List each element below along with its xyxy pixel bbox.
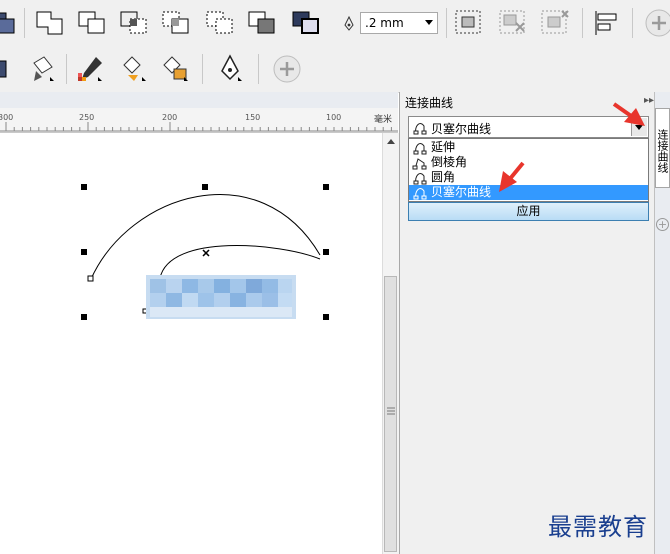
add-icon[interactable] — [270, 53, 304, 85]
side-tab-label: 连接曲线 — [656, 129, 669, 173]
option-label: 倒棱角 — [431, 155, 468, 169]
mosaic-redaction — [146, 275, 296, 319]
create-boundary-icon[interactable] — [290, 7, 324, 39]
ruler-tick-label: 200 — [162, 113, 178, 122]
ruler-tick-label: 250 — [79, 113, 95, 122]
eyedropper-icon[interactable] — [74, 53, 108, 85]
ruler-tick-label: 100 — [326, 113, 342, 122]
option-bezier[interactable]: 贝塞尔曲线 — [409, 185, 648, 200]
tab-join-curves[interactable]: 连接曲线 — [655, 108, 670, 188]
property-bar: .2 mm — [0, 0, 670, 46]
simplify-icon[interactable] — [160, 7, 194, 39]
curve-node-icon — [413, 173, 427, 185]
extract-subpath-icon[interactable] — [452, 7, 486, 39]
option-label: 延伸 — [431, 140, 456, 154]
object-icon[interactable] — [0, 53, 16, 85]
outline-pen-tool-icon[interactable] — [214, 53, 248, 85]
apply-button[interactable]: 应用 — [408, 202, 649, 221]
canvas-header-strip — [0, 92, 398, 108]
chevron-down-icon — [425, 20, 433, 25]
break-apart-icon[interactable] — [496, 7, 530, 39]
weld-icon[interactable] — [34, 7, 68, 39]
ruler-unit-label: 毫米 — [374, 115, 393, 125]
docker-tab-strip: 连接曲线 + — [654, 92, 670, 554]
docker-expand-icon[interactable]: ▸▸ — [644, 95, 654, 106]
combine-icon[interactable] — [538, 7, 572, 39]
ruler-tick-label: 300 — [0, 113, 14, 122]
toolbar-secondary — [0, 46, 670, 93]
add-icon[interactable]: + — [656, 218, 669, 231]
horizontal-ruler: 300 250 200 150 100 毫米 — [0, 108, 398, 133]
curve-node-icon — [413, 123, 427, 135]
back-minus-front-icon[interactable] — [246, 7, 280, 39]
interactive-fill-icon[interactable] — [160, 53, 194, 85]
option-fillet[interactable]: 圆角 — [409, 170, 648, 185]
shaping-tool-icon[interactable] — [0, 7, 20, 39]
add-icon[interactable] — [642, 7, 670, 39]
vertical-scrollbar[interactable] — [382, 133, 399, 554]
curve-node-icon — [412, 158, 427, 170]
curve-inner — [159, 244, 321, 279]
scroll-thumb[interactable] — [384, 276, 397, 552]
curve-node-icon — [413, 188, 427, 200]
outline-width-value: .2 mm — [365, 16, 404, 30]
option-extend[interactable]: 延伸 — [409, 140, 648, 155]
outline-width-select[interactable]: .2 mm — [360, 12, 438, 34]
outline-pen-icon — [342, 15, 356, 35]
curve-outer — [90, 194, 321, 280]
dropdown-arrow-button[interactable] — [631, 118, 647, 136]
option-label: 贝塞尔曲线 — [431, 185, 492, 199]
watermark-logo: 最需教育 — [548, 513, 648, 541]
drawing-canvas[interactable] — [0, 133, 382, 554]
front-minus-back-icon[interactable] — [204, 7, 238, 39]
curve-end-node — [87, 275, 94, 282]
join-method-value: 贝塞尔曲线 — [431, 122, 492, 136]
option-chamfer[interactable]: 倒棱角 — [409, 155, 648, 170]
align-distribute-icon[interactable] — [590, 7, 624, 39]
intersect-icon[interactable] — [118, 7, 152, 39]
trim-icon[interactable] — [76, 7, 110, 39]
grip-icon — [387, 407, 395, 415]
option-label: 圆角 — [431, 170, 456, 184]
docker-title: 连接曲线 — [405, 96, 454, 110]
curve-node-icon — [413, 143, 427, 155]
center-marker — [202, 249, 210, 257]
join-method-select[interactable]: 贝塞尔曲线 — [408, 116, 649, 138]
ruler-tick-label: 150 — [245, 113, 261, 122]
join-method-dropdown: 延伸 倒棱角 圆角 贝塞尔曲线 — [408, 138, 649, 202]
fill-icon[interactable] — [26, 53, 60, 85]
scroll-up-icon[interactable] — [387, 139, 395, 144]
paint-bucket-icon[interactable] — [118, 53, 152, 85]
join-curves-docker: 连接曲线 ▸▸ ✕ 贝塞尔曲线 延伸 倒棱角 圆角 贝塞尔曲线 应用 — [399, 92, 670, 554]
